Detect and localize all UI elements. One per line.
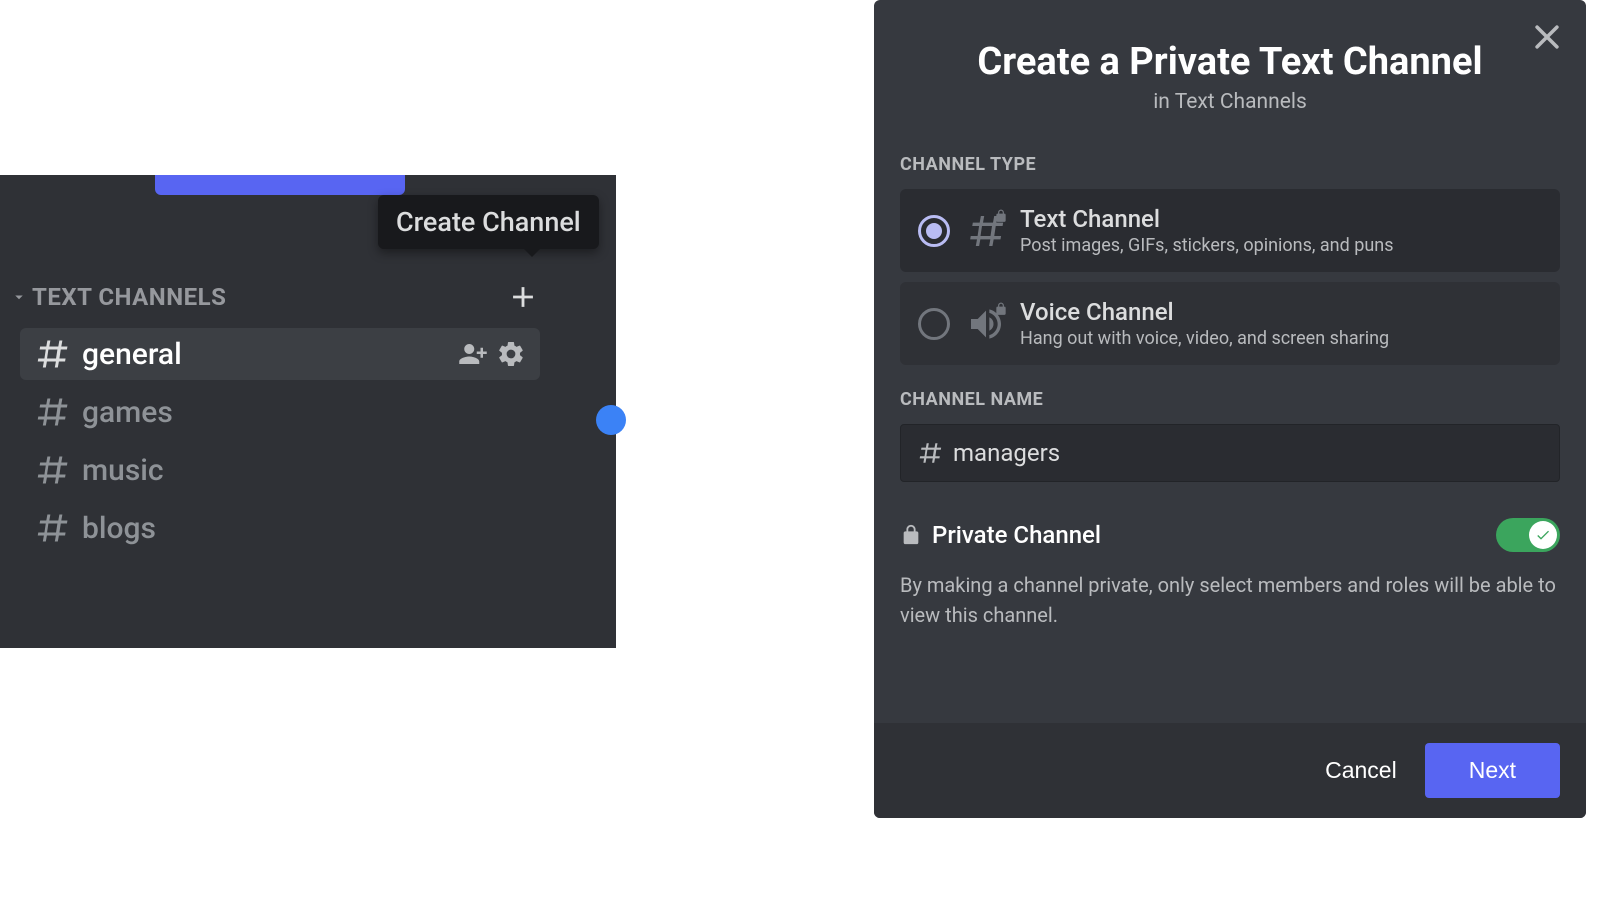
invite-icon[interactable] (458, 339, 488, 369)
lock-overlay-icon (994, 302, 1008, 316)
channel-name: general (82, 337, 458, 372)
hash-icon (34, 394, 70, 430)
hash-lock-icon (966, 211, 1006, 251)
channel-name: games (82, 395, 526, 430)
channel-name: music (82, 453, 526, 488)
hash-icon (34, 452, 70, 488)
close-icon[interactable] (1530, 20, 1564, 54)
lock-icon (900, 524, 922, 546)
gear-icon[interactable] (496, 339, 526, 369)
hash-icon (34, 336, 70, 372)
private-channel-row: Private Channel (900, 518, 1560, 552)
add-channel-icon[interactable] (506, 280, 540, 314)
top-accent-bar (155, 175, 405, 195)
channel-list: general games music blogs (20, 328, 540, 560)
speaker-lock-icon (966, 304, 1006, 344)
channel-actions (458, 339, 526, 369)
modal-body: CHANNEL TYPE Text Channel Post images, G… (874, 114, 1586, 723)
private-toggle[interactable] (1496, 518, 1560, 552)
private-channel-description: By making a channel private, only select… (900, 570, 1560, 630)
modal-footer: Cancel Next (874, 723, 1586, 818)
channel-name-input-wrapper[interactable] (900, 424, 1560, 482)
modal-title: Create a Private Text Channel (874, 40, 1586, 84)
create-channel-tooltip: Create Channel (378, 195, 599, 249)
cancel-button[interactable]: Cancel (1325, 757, 1397, 784)
radio-unselected[interactable] (918, 308, 950, 340)
chevron-down-icon (10, 288, 28, 306)
channel-item-music[interactable]: music (20, 444, 540, 496)
next-button[interactable]: Next (1425, 743, 1560, 798)
modal-header: Create a Private Text Channel in Text Ch… (874, 0, 1586, 114)
type-desc: Hang out with voice, video, and screen s… (1020, 328, 1542, 349)
channel-name: blogs (82, 511, 526, 546)
create-channel-modal: Create a Private Text Channel in Text Ch… (874, 0, 1586, 818)
channel-item-general[interactable]: general (20, 328, 540, 380)
type-title: Voice Channel (1020, 298, 1542, 326)
type-desc: Post images, GIFs, stickers, opinions, a… (1020, 235, 1542, 256)
private-channel-label: Private Channel (932, 521, 1496, 549)
channel-type-label: CHANNEL TYPE (900, 154, 1560, 175)
lock-overlay-icon (994, 209, 1008, 223)
type-option-voice[interactable]: Voice Channel Hang out with voice, video… (900, 282, 1560, 365)
check-icon (1535, 527, 1551, 543)
hash-icon (917, 440, 943, 466)
toggle-thumb (1529, 521, 1557, 549)
modal-subtitle: in Text Channels (874, 90, 1586, 114)
category-header[interactable]: TEXT CHANNELS (10, 280, 540, 314)
type-option-text[interactable]: Text Channel Post images, GIFs, stickers… (900, 189, 1560, 272)
type-title: Text Channel (1020, 205, 1542, 233)
channel-name-input[interactable] (953, 439, 1543, 467)
category-label: TEXT CHANNELS (32, 283, 506, 311)
channel-item-games[interactable]: games (20, 386, 540, 438)
channel-name-label: CHANNEL NAME (900, 389, 1560, 410)
channel-item-blogs[interactable]: blogs (20, 502, 540, 554)
hash-icon (34, 510, 70, 546)
radio-selected[interactable] (918, 215, 950, 247)
decorative-circle (596, 405, 626, 435)
